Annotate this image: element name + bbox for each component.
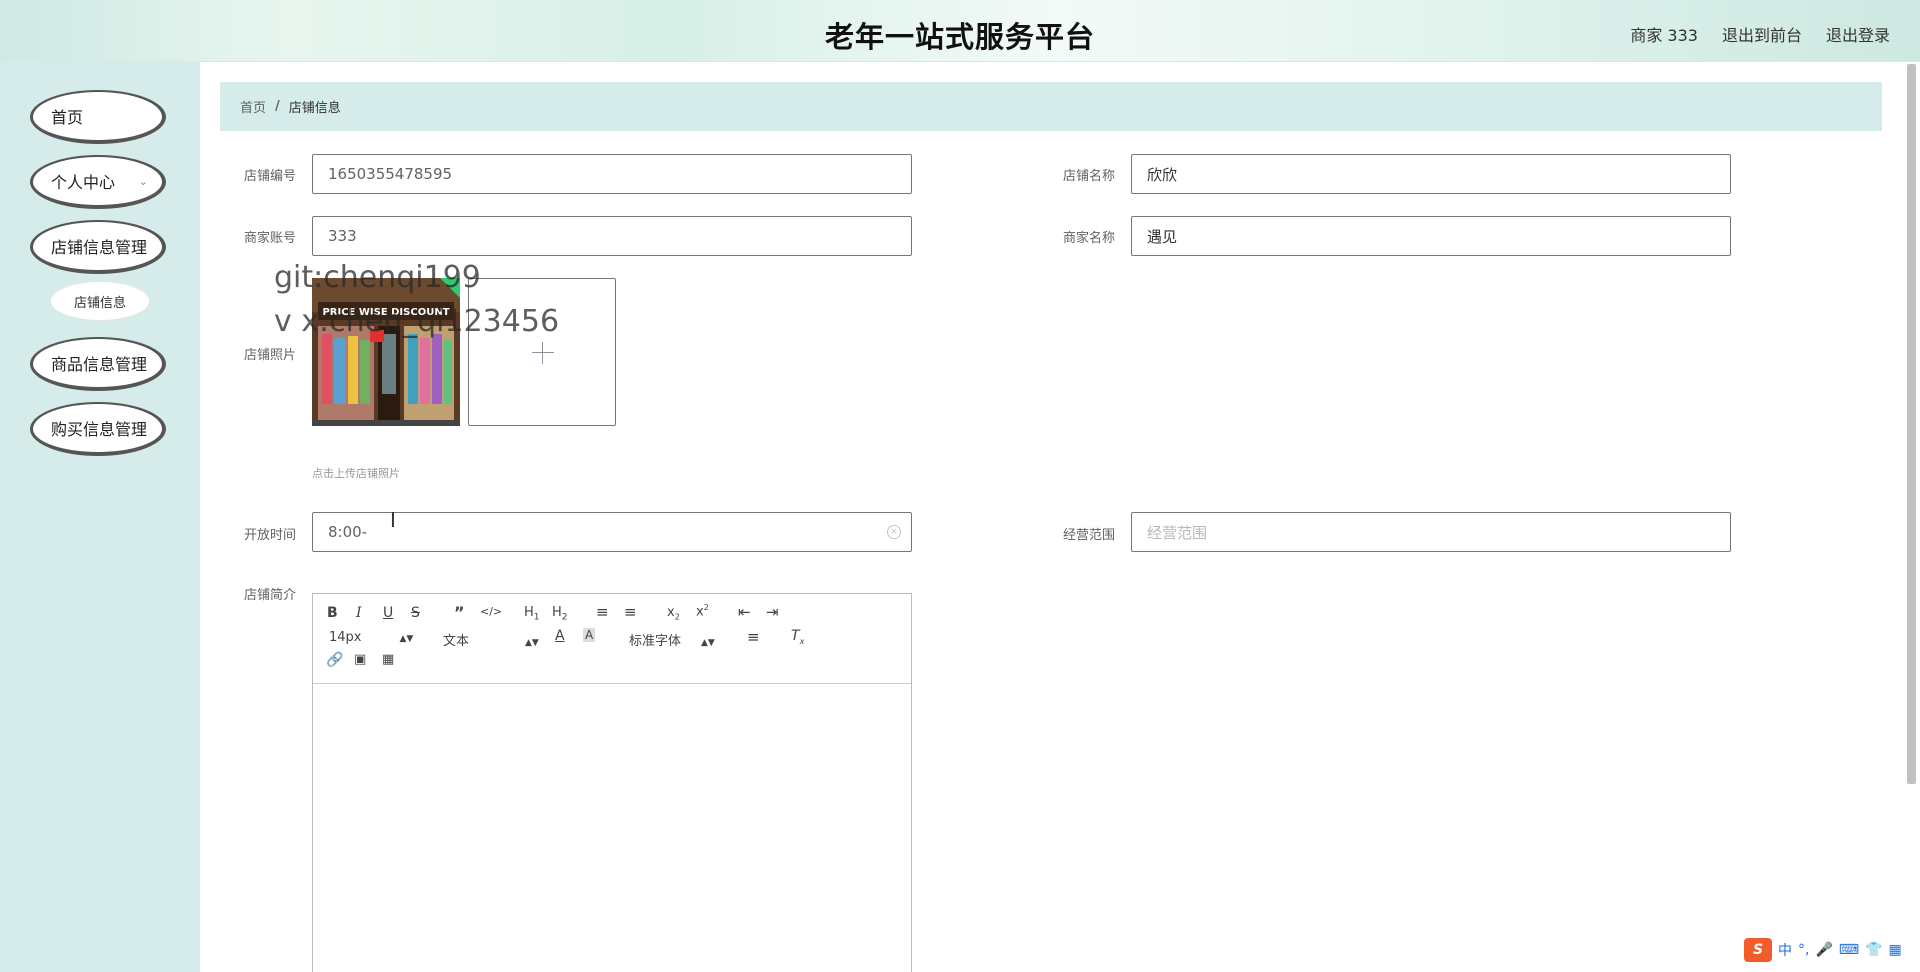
upload-photo-button[interactable] <box>468 278 616 426</box>
ordered-list-icon[interactable]: ≡ <box>596 603 609 621</box>
sidebar-item-purchase-management[interactable]: 购买信息管理 <box>30 402 166 456</box>
select-arrows-icon: ▲▼ <box>399 634 414 644</box>
merchant-name-label: 商家名称 <box>1063 231 1116 246</box>
sidebar-item-shop-info-management[interactable]: 店铺信息管理 <box>30 220 166 274</box>
rich-text-editor: B I U S ” </> H1 H2 ≡ ≡ x2 x2 ⇤ ⇥ 14px ▲▼… <box>312 593 912 972</box>
sidebar-item-label: 首页 <box>51 108 84 127</box>
page-scrollbar-thumb[interactable] <box>1907 64 1916 784</box>
clear-icon[interactable]: × <box>887 525 901 539</box>
intro-label: 店铺简介 <box>244 588 297 603</box>
merchant-name-value: 遇见 <box>1147 227 1178 246</box>
merchant-account-value: 333 <box>328 227 357 245</box>
open-time-label: 开放时间 <box>244 528 297 543</box>
logout-link[interactable]: 退出登录 <box>1826 22 1890 46</box>
sidebar-item-product-management[interactable]: 商品信息管理 <box>30 337 166 391</box>
scope-label: 经营范围 <box>1063 528 1116 543</box>
shop-no-input[interactable]: 1650355478595 <box>312 154 912 194</box>
ime-logo-icon[interactable]: S <box>1744 938 1772 962</box>
text-cursor-icon: I <box>390 508 396 532</box>
scope-input[interactable]: 经营范围 <box>1131 512 1731 552</box>
watermark-line-1: git:chenqi199 <box>274 260 481 295</box>
breadcrumb-current: 店铺信息 <box>288 101 341 116</box>
sidebar-item-personal-center[interactable]: 个人中心 ⌄ <box>30 155 166 209</box>
shop-name-value: 欣欣 <box>1147 165 1178 184</box>
user-menu: 商家 333 退出到前台 退出登录 <box>1630 22 1890 46</box>
editor-content-area[interactable] <box>313 684 911 972</box>
sidebar: 首页 个人中心 ⌄ 店铺信息管理 店铺信息 商品信息管理 购买信息管理 <box>0 62 200 972</box>
blockquote-icon[interactable]: ” <box>454 603 465 622</box>
paragraph-select[interactable]: 文本 ▲▼ <box>443 630 539 649</box>
plus-icon <box>532 352 554 353</box>
font-size-value: 14px <box>329 630 362 645</box>
background-color-icon[interactable]: A <box>583 628 596 642</box>
keyboard-icon[interactable]: ⌨ <box>1839 942 1859 958</box>
strikethrough-icon[interactable]: S <box>411 605 420 621</box>
sidebar-item-label: 商品信息管理 <box>51 355 148 374</box>
scope-placeholder: 经营范围 <box>1147 523 1208 542</box>
sidebar-item-label: 购买信息管理 <box>51 420 148 439</box>
clear-format-icon[interactable]: Tx <box>791 628 804 646</box>
font-color-icon[interactable]: A <box>555 628 565 644</box>
ime-toolbar: S 中 °, 🎤 ⌨ 👕 ▦ <box>1740 936 1918 964</box>
merchant-account-label: 商家账号 <box>244 231 297 246</box>
video-icon[interactable]: ▦ <box>382 652 394 667</box>
subscript-icon[interactable]: x2 <box>667 605 680 622</box>
punctuation-icon[interactable]: °, <box>1798 942 1809 958</box>
chevron-down-icon: ⌄ <box>138 174 148 188</box>
shop-no-value: 1650355478595 <box>328 165 453 183</box>
underline-icon[interactable]: U <box>383 605 393 621</box>
align-icon[interactable]: ≡ <box>747 628 760 646</box>
indent-icon[interactable]: ⇥ <box>766 603 779 621</box>
paragraph-value: 文本 <box>443 634 470 649</box>
sidebar-item-label: 店铺信息管理 <box>51 238 148 257</box>
image-icon[interactable]: ▣ <box>354 652 366 667</box>
shop-name-label: 店铺名称 <box>1063 169 1116 184</box>
font-size-select[interactable]: 14px ▲▼ <box>329 630 413 645</box>
sidebar-item-label: 个人中心 <box>51 173 116 192</box>
editor-toolbar: B I U S ” </> H1 H2 ≡ ≡ x2 x2 ⇤ ⇥ 14px ▲▼… <box>313 594 911 684</box>
code-block-icon[interactable]: </> <box>480 605 502 618</box>
link-icon[interactable]: 🔗 <box>326 652 343 668</box>
sidebar-item-home[interactable]: 首页 <box>30 90 166 144</box>
heading-1-icon[interactable]: H1 <box>524 605 540 623</box>
select-arrows-icon: ▲▼ <box>701 638 715 648</box>
superscript-icon[interactable]: x2 <box>696 603 709 619</box>
microphone-icon[interactable]: 🎤 <box>1815 942 1832 958</box>
breadcrumb-home[interactable]: 首页 <box>240 97 266 116</box>
shop-photo-label: 店铺照片 <box>244 348 297 363</box>
ime-mode[interactable]: 中 <box>1778 940 1792 960</box>
merchant-name-input[interactable]: 遇见 <box>1131 216 1731 256</box>
select-arrows-icon: ▲▼ <box>525 638 539 648</box>
shop-no-label: 店铺编号 <box>244 169 297 184</box>
open-time-value: 8:00- <box>328 523 368 541</box>
photo-upload-hint: 点击上传店铺照片 <box>312 467 400 480</box>
font-family-value: 标准字体 <box>629 634 682 649</box>
merchant-account-input[interactable]: 333 <box>312 216 912 256</box>
top-header: 老年一站式服务平台 商家 333 退出到前台 退出登录 <box>0 0 1920 62</box>
skin-icon[interactable]: 👕 <box>1865 942 1882 958</box>
heading-2-icon[interactable]: H2 <box>552 605 568 623</box>
bold-icon[interactable]: B <box>327 605 338 621</box>
italic-icon[interactable]: I <box>356 605 362 621</box>
font-family-select[interactable]: 标准字体 ▲▼ <box>629 630 715 649</box>
outdent-icon[interactable]: ⇤ <box>738 603 751 621</box>
merchant-name: 商家 333 <box>1630 26 1698 45</box>
exit-to-front-link[interactable]: 退出到前台 <box>1722 22 1802 46</box>
sidebar-subitem-shop-info[interactable]: 店铺信息 <box>50 281 150 321</box>
watermark-line-2: v x:chen_qi123456 <box>274 304 560 339</box>
breadcrumb: 首页 / 店铺信息 <box>220 82 1882 131</box>
open-time-input[interactable]: 8:00- × <box>312 512 912 552</box>
shop-name-input[interactable]: 欣欣 <box>1131 154 1731 194</box>
shop-photo-image: PRICE WISE DISCOUNT <box>312 278 460 426</box>
shop-photo-thumbnail[interactable]: PRICE WISE DISCOUNT <box>312 278 460 426</box>
toolbox-icon[interactable]: ▦ <box>1889 942 1902 958</box>
breadcrumb-separator: / <box>275 99 280 114</box>
bullet-list-icon[interactable]: ≡ <box>624 603 637 621</box>
sidebar-subitem-label: 店铺信息 <box>73 295 126 311</box>
